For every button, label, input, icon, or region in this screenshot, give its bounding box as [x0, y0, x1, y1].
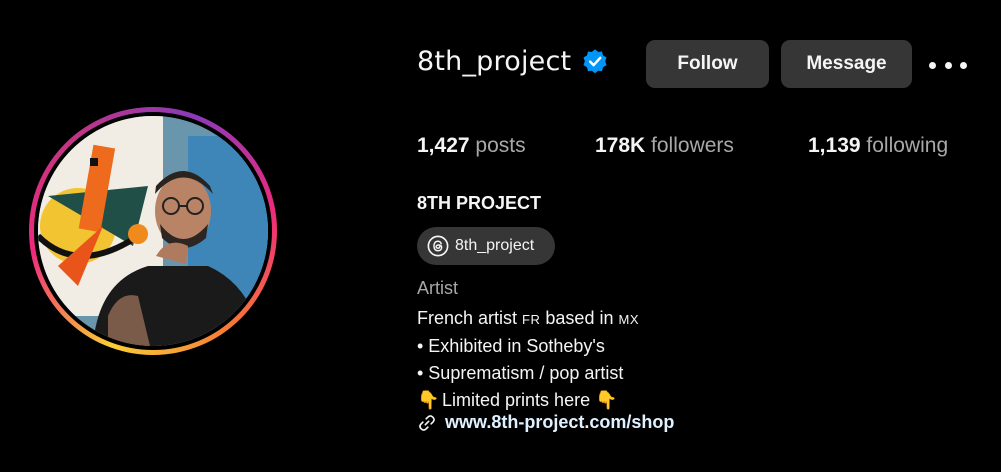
- following-value: 1,139: [808, 134, 861, 157]
- bio-line: 👇 Limited prints here 👇: [417, 387, 639, 414]
- bio-line: • Exhibited in Sotheby's: [417, 336, 605, 356]
- more-options-icon[interactable]: [929, 54, 967, 76]
- avatar[interactable]: [38, 116, 268, 346]
- bio-line: • Suprematism / pop artist: [417, 363, 624, 383]
- bio-text: based in: [545, 308, 614, 328]
- posts-label: posts: [475, 134, 526, 157]
- threads-handle: 8th_project: [455, 237, 535, 254]
- profile-header: 8th_project Follow Message 1,427 posts 1…: [0, 0, 1001, 472]
- username[interactable]: 8th_project: [417, 46, 571, 77]
- follow-button[interactable]: Follow: [646, 40, 769, 88]
- country-code-fr: FR: [522, 312, 541, 327]
- followers-value: 178K: [595, 134, 646, 157]
- following-label: following: [866, 134, 949, 157]
- website-url[interactable]: www.8th-project.com/shop: [445, 412, 674, 433]
- username-row: 8th_project: [417, 46, 609, 77]
- bio-text: Limited prints here: [442, 390, 591, 410]
- pointing-down-icon: 👇: [595, 390, 618, 410]
- story-ring[interactable]: [29, 107, 277, 355]
- verified-badge-icon: [583, 48, 607, 73]
- bio-text: French artist: [417, 308, 518, 328]
- posts-value: 1,427: [417, 134, 470, 157]
- threads-link-button[interactable]: 8th_project: [417, 227, 555, 265]
- avatar-photo: [38, 116, 268, 346]
- link-icon: [419, 414, 435, 431]
- full-name: 8TH PROJECT: [417, 193, 542, 213]
- bio-line: French artist FR based in MX: [417, 305, 639, 333]
- following-count[interactable]: 1,139 following: [808, 134, 948, 158]
- message-button[interactable]: Message: [781, 40, 912, 88]
- posts-count: 1,427 posts: [417, 134, 526, 158]
- country-code-mx: MX: [618, 312, 639, 327]
- website-link[interactable]: www.8th-project.com/shop: [417, 412, 674, 433]
- followers-count[interactable]: 178K followers: [595, 134, 734, 158]
- pointing-down-icon: 👇: [417, 390, 440, 410]
- bio: French artist FR based in MX • Exhibited…: [417, 305, 639, 414]
- threads-icon: [427, 235, 449, 257]
- followers-label: followers: [651, 134, 734, 157]
- category-label: Artist: [417, 278, 459, 298]
